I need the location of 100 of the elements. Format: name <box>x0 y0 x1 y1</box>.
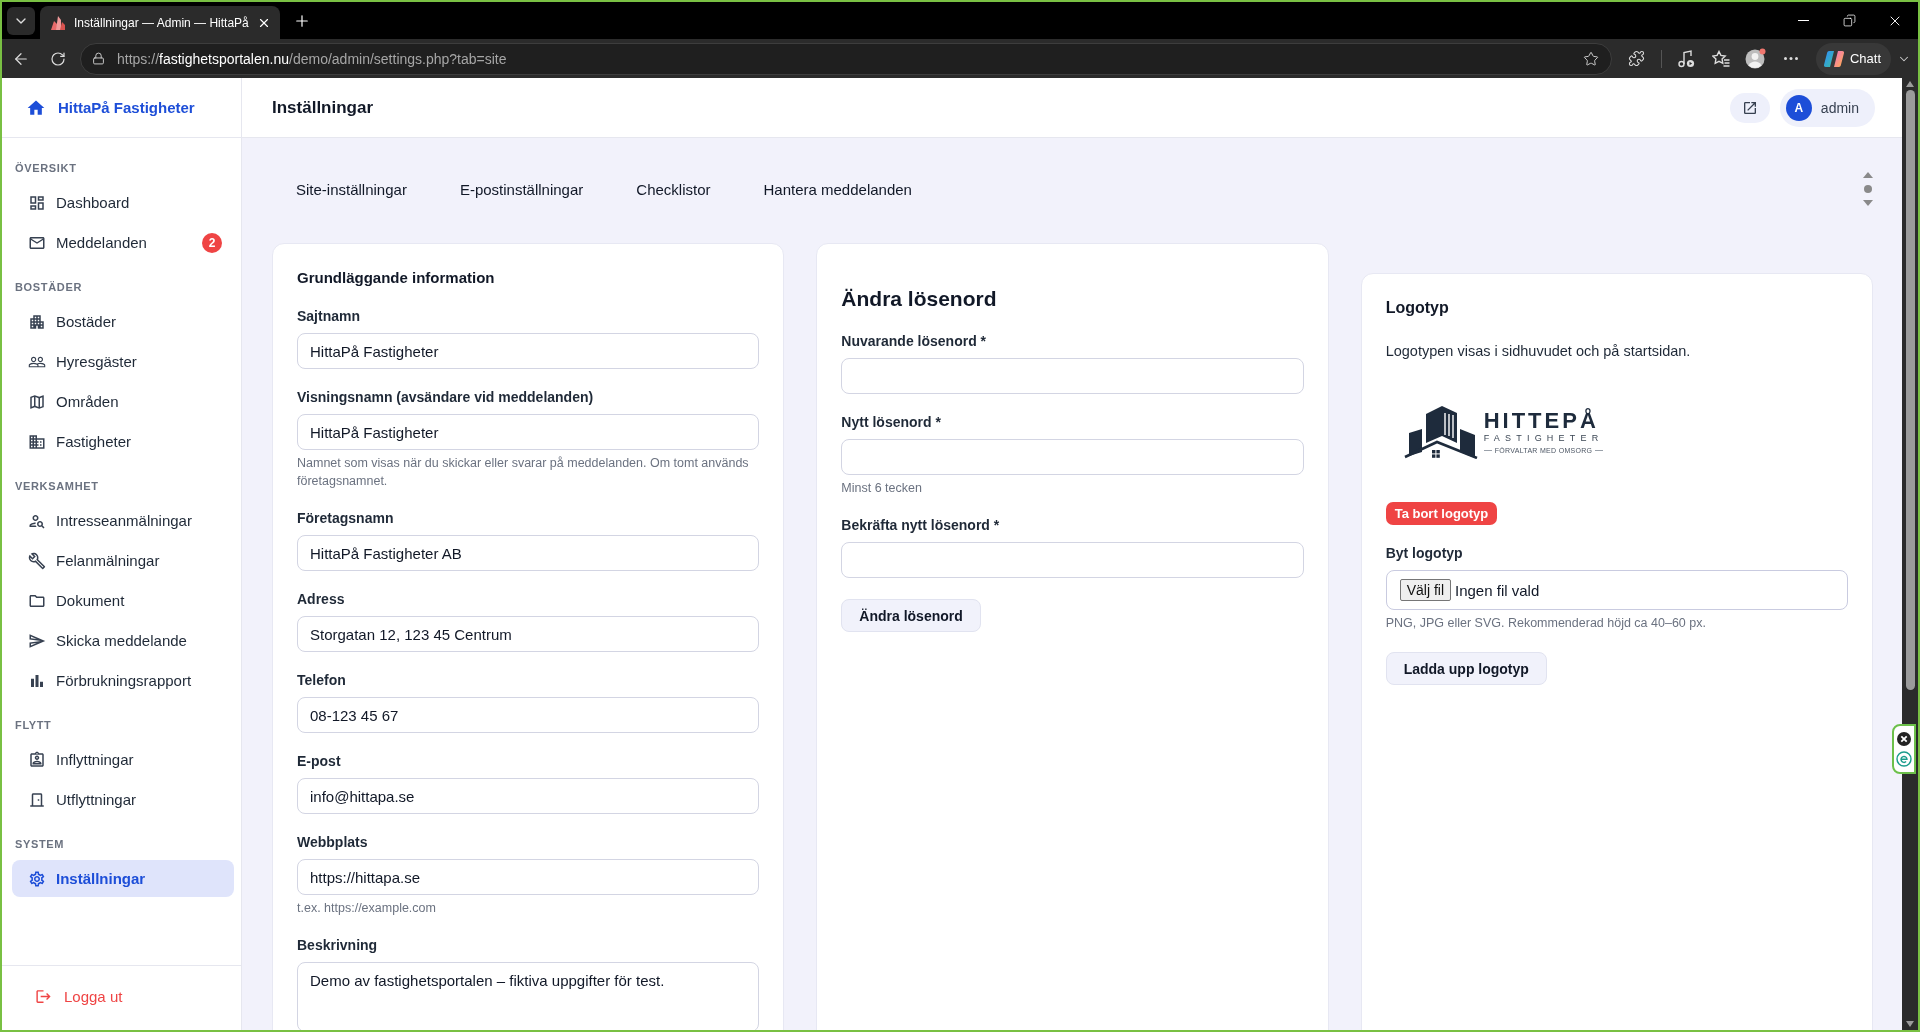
dashboard-icon <box>28 193 46 212</box>
nav-section-label: BOSTÄDER <box>15 280 83 294</box>
field-label: Bekräfta nytt lösenord * <box>841 517 1001 534</box>
scroll-arrows-icon <box>1862 171 1874 207</box>
user-avatar: A <box>1785 94 1812 121</box>
text-area-field[interactable]: Demo av fastighetsportalen – fiktiva uppgifter för test. <box>297 962 760 1030</box>
open-external-button[interactable] <box>1729 92 1770 123</box>
refresh-icon <box>50 50 66 67</box>
field-label: Nytt lösenord * <box>841 414 942 431</box>
sidebar-item[interactable]: Inställningar <box>12 860 234 897</box>
sidebar-item[interactable]: Dokument <box>12 582 234 619</box>
sidebar-item[interactable]: Skicka meddelande <box>12 622 234 659</box>
text-field[interactable]: https://hittapa.se <box>297 859 760 895</box>
favorites-icon <box>1711 50 1730 67</box>
field-label: Telefon <box>297 672 347 689</box>
text-field[interactable]: info@hittapa.se <box>297 778 760 814</box>
field-label: Visningsnamn (avsändare vid meddelanden) <box>297 389 595 406</box>
lock-icon <box>91 52 105 65</box>
page-title: Inställningar <box>272 97 374 118</box>
sidebar-item[interactable]: Meddelanden 2 <box>12 224 234 261</box>
field-label: Nuvarande lösenord * <box>841 333 988 350</box>
apartment-building-icon <box>28 312 46 331</box>
sidebar-item[interactable]: Områden <box>12 383 234 420</box>
field-hint: PNG, JPG eller SVG. Rekommenderad höjd ca 40–60 px. <box>1385 615 1707 632</box>
music-note-icon <box>1676 49 1695 68</box>
address-bar[interactable]: https://fastighetsportalen.nu/demo/admin/settings.php?tab=site <box>80 42 1612 75</box>
card-title: Ändra lösenord <box>841 286 998 312</box>
settings-tab[interactable]: Hantera meddelanden <box>737 173 939 205</box>
field-label: Adress <box>297 591 346 608</box>
scrollbar-thumb[interactable] <box>1905 90 1915 690</box>
sidebar-item[interactable]: Bostäder <box>12 303 234 340</box>
field-label: E-post <box>297 753 342 770</box>
external-link-icon <box>1741 99 1758 116</box>
card-title: Grundläggande information <box>297 268 496 288</box>
scroll-up-icon <box>1906 81 1914 87</box>
text-field[interactable]: HittaPå Fastigheter AB <box>297 535 760 571</box>
field-hint: Minst 6 tecken <box>841 480 923 497</box>
field-label: Sajtnamn <box>297 308 361 325</box>
text-field[interactable]: 08-123 45 67 <box>297 697 760 733</box>
nav-section-label: SYSTEM <box>15 837 66 851</box>
file-status-text: Ingen fil vald <box>1455 581 1540 599</box>
chat-button[interactable]: Chatt <box>1815 42 1891 75</box>
sidebar-item[interactable]: Hyresgäster <box>12 343 234 380</box>
sidebar-item[interactable]: Förbrukningsrapport <box>12 662 234 699</box>
building-favicon-icon <box>50 14 66 31</box>
logout-icon <box>35 987 52 1005</box>
buildings-logo-icon <box>1403 404 1479 459</box>
password-field[interactable] <box>841 439 1304 475</box>
puzzle-icon <box>1628 50 1646 67</box>
unread-count-badge: 2 <box>202 232 222 253</box>
more-icon <box>1783 57 1798 60</box>
wrench-icon <box>28 551 46 570</box>
password-field[interactable] <box>841 542 1304 578</box>
sidebar-item[interactable]: Intresseanmälningar <box>12 502 234 539</box>
settings-icon <box>28 869 46 888</box>
door-icon <box>28 790 46 809</box>
field-label: Byt logotyp <box>1385 545 1464 562</box>
tab-list-button[interactable] <box>7 6 35 35</box>
card-title: Logotyp <box>1385 298 1450 318</box>
scroll-down-icon <box>1906 1021 1914 1027</box>
sidebar-item[interactable]: Inflyttningar <box>12 741 234 778</box>
settings-tab[interactable]: E-postinställningar <box>433 173 611 205</box>
sidebar-item[interactable]: Dashboard <box>12 184 234 221</box>
restore-icon <box>1842 14 1856 27</box>
nav-section-label: ÖVERSIKT <box>15 161 78 175</box>
text-field[interactable]: Storgatan 12, 123 45 Centrum <box>297 616 760 652</box>
brand-link[interactable]: HittaPå Fastigheter <box>26 97 195 118</box>
sidebar-item[interactable]: Utflyttningar <box>12 781 234 818</box>
logout-link[interactable]: Logga ut <box>12 976 231 1016</box>
profile-avatar-icon <box>1744 47 1767 70</box>
upload-logo-button[interactable]: Ladda upp logotyp <box>1385 652 1547 685</box>
settings-tab[interactable]: Checklistor <box>610 173 738 205</box>
field-label: Beskrivning <box>297 937 379 954</box>
contact-card-icon <box>28 750 46 769</box>
nav-section-label: FLYTT <box>15 718 53 732</box>
office-building-icon <box>28 432 46 451</box>
field-label: Webbplats <box>297 834 369 851</box>
settings-tab[interactable]: Site-inställningar <box>270 173 434 205</box>
minimize-icon <box>1797 19 1809 22</box>
choose-file-button[interactable]: Välj fil <box>1399 579 1451 601</box>
text-field[interactable]: HittaPå Fastigheter <box>297 333 760 369</box>
close-icon[interactable] <box>1896 731 1912 747</box>
star-icon <box>1582 50 1599 67</box>
card-description: Logotypen visas i sidhuvudet och på startsidan. <box>1385 342 1692 361</box>
nav-section-label: VERKSAMHET <box>15 479 100 493</box>
change-password-button[interactable]: Ändra lösenord <box>841 599 981 632</box>
file-upload-field[interactable]: Välj fil Ingen fil vald <box>1385 570 1848 610</box>
password-field[interactable] <box>841 358 1304 394</box>
map-icon <box>28 392 46 411</box>
user-menu-button[interactable]: A admin <box>1779 88 1875 127</box>
sidebar-item[interactable]: Fastigheter <box>12 423 234 460</box>
text-field[interactable]: HittaPå Fastigheter <box>297 414 760 450</box>
field-label: Företagsnamn <box>297 510 395 527</box>
colorful-logo-icon <box>1823 49 1844 68</box>
field-hint: t.ex. https://example.com <box>297 900 437 917</box>
page-scrollbar[interactable] <box>1902 78 1918 1030</box>
browser-tab[interactable]: Inställningar — Admin — HittaPå <box>40 6 280 39</box>
remove-logo-button[interactable]: Ta bort logotyp <box>1385 502 1498 525</box>
sidebar-item[interactable]: Felanmälningar <box>12 542 234 579</box>
logo-subtitle: FASTIGHETER <box>1483 432 1604 444</box>
